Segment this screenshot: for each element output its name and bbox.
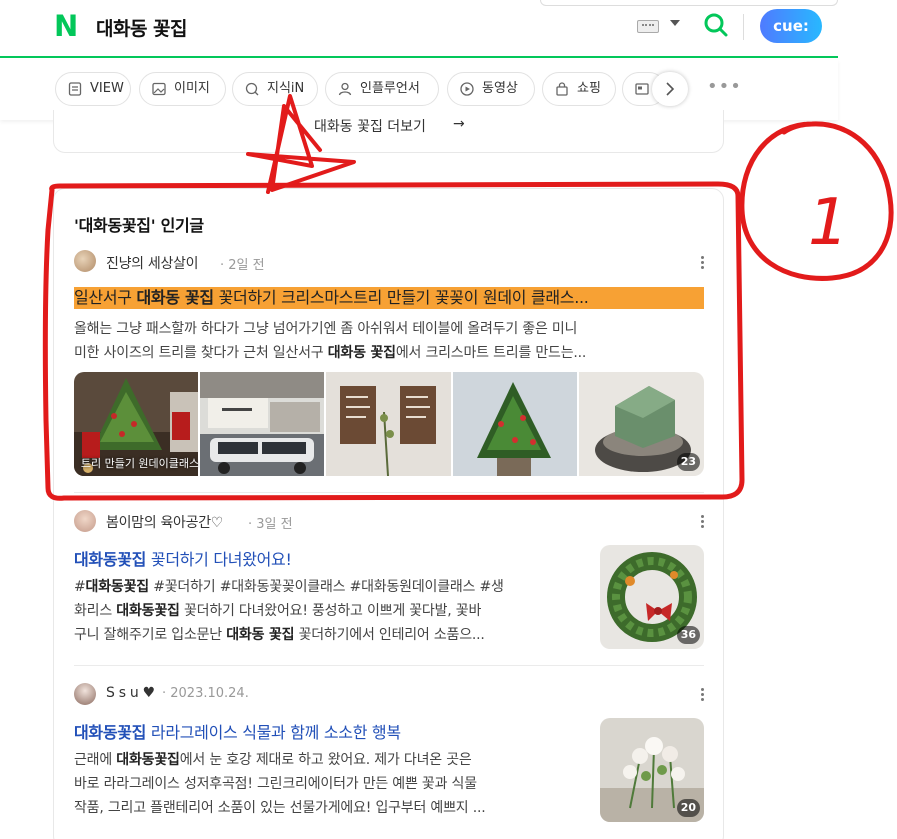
post-snippet: 근래에 대화동꽃집에서 눈 호강 제대로 하고 왔어요. 제가 다녀온 곳은 바… — [74, 752, 486, 816]
chevron-right-icon — [666, 82, 675, 96]
image-count-badge: 23 — [676, 453, 700, 471]
more-results-link[interactable]: 대화동 꽃집 더보기 — [314, 116, 426, 136]
avatar[interactable] — [74, 683, 96, 705]
caret-down-icon[interactable] — [670, 20, 680, 26]
image-count-badge: 36 — [676, 626, 700, 644]
post-date: · 3일 전 — [248, 517, 293, 532]
post-title-link[interactable]: 대화동꽃집 꽃더하기 다녀왔어요! — [74, 546, 584, 570]
avatar[interactable] — [74, 510, 96, 532]
tab-influencer[interactable]: 인플루언서 — [325, 72, 439, 106]
document-icon — [68, 82, 82, 96]
tab-kin[interactable]: 지식iN — [232, 72, 318, 106]
post-title-link[interactable]: 일산서구 대화동 꽃집 꽃더하기 크리스마스트리 만들기 꽃꽂이 원데이 클래스… — [74, 287, 704, 309]
post-snippet: #대화동꽃집 #꽃더하기 #대화동꽃꽂이클래스 #대화동원데이클래스 #생 화리… — [74, 579, 504, 643]
tab-shopping[interactable]: 쇼핑 — [542, 72, 616, 106]
dropdown-panel-edge — [540, 0, 838, 6]
search-bubble-icon — [245, 82, 259, 96]
tab-label: 쇼핑 — [577, 81, 601, 96]
avatar[interactable] — [74, 250, 96, 272]
image-icon — [152, 82, 166, 96]
image-count-badge: 20 — [676, 799, 700, 817]
tab-label: 지식iN — [267, 81, 305, 96]
post-author[interactable]: 봄이맘의 육아공간♡ — [106, 512, 223, 532]
post-date: · 2023.10.24. — [162, 686, 249, 701]
post-image-strip[interactable]: 트리 만들기 원데이클래스 23 — [74, 372, 704, 476]
kebab-menu-icon[interactable] — [701, 515, 705, 529]
bag-icon — [556, 82, 568, 96]
arrow-right-icon: → — [453, 116, 465, 132]
post-snippet: 올해는 그냥 패스할까 하다가 그냥 넘어가기엔 좀 아쉬워서 테이블에 올려두… — [74, 321, 587, 361]
tab-label: 이미지 — [174, 81, 210, 96]
play-icon — [460, 82, 474, 96]
post-title-link[interactable]: 대화동꽃집 라라그레이스 식물과 함께 소소한 행복 — [74, 719, 584, 743]
tab-view[interactable]: VIEW — [55, 72, 131, 106]
annotation-circle — [739, 121, 894, 281]
search-query-title[interactable]: 대화동 꽃집 — [96, 14, 188, 41]
kebab-menu-icon[interactable] — [701, 688, 705, 702]
section-title: '대화동꽃집' 인기글 — [74, 216, 204, 235]
post-thumbnail[interactable]: 36 — [600, 545, 704, 649]
tabs-next-button[interactable] — [652, 72, 688, 106]
post-divider — [74, 492, 704, 493]
shop-wall-photo — [326, 372, 451, 476]
tab-label: 동영상 — [482, 81, 518, 96]
tab-image[interactable]: 이미지 — [139, 72, 226, 106]
cue-button[interactable]: cue: — [760, 9, 822, 43]
post-date: · 2일 전 — [220, 258, 265, 273]
top-header: N 대화동 꽃집 cue: — [0, 0, 838, 58]
search-icon[interactable] — [703, 12, 729, 38]
thumb-caption: 트리 만들기 원데이클래스 — [80, 457, 200, 470]
annotation-number: 1 — [808, 186, 849, 260]
post-divider — [74, 665, 704, 666]
post-thumbnail[interactable]: 20 — [600, 718, 704, 822]
tab-label: VIEW — [90, 81, 124, 96]
news-icon — [635, 83, 649, 95]
tab-video[interactable]: 동영상 — [447, 72, 535, 106]
kebab-menu-icon[interactable] — [701, 256, 705, 270]
mini-tree-photo — [453, 372, 577, 476]
more-options-icon[interactable]: ••• — [707, 78, 742, 96]
shop-front-photo — [200, 372, 324, 476]
post-author[interactable]: S s u ♥ — [106, 685, 155, 701]
tab-label: 인플루언서 — [360, 81, 420, 96]
header-divider — [743, 14, 744, 40]
keyboard-icon[interactable] — [637, 20, 659, 33]
person-icon — [338, 82, 352, 96]
naver-logo[interactable]: N — [54, 12, 80, 41]
post-author[interactable]: 진냥의 세상살이 — [106, 253, 199, 273]
